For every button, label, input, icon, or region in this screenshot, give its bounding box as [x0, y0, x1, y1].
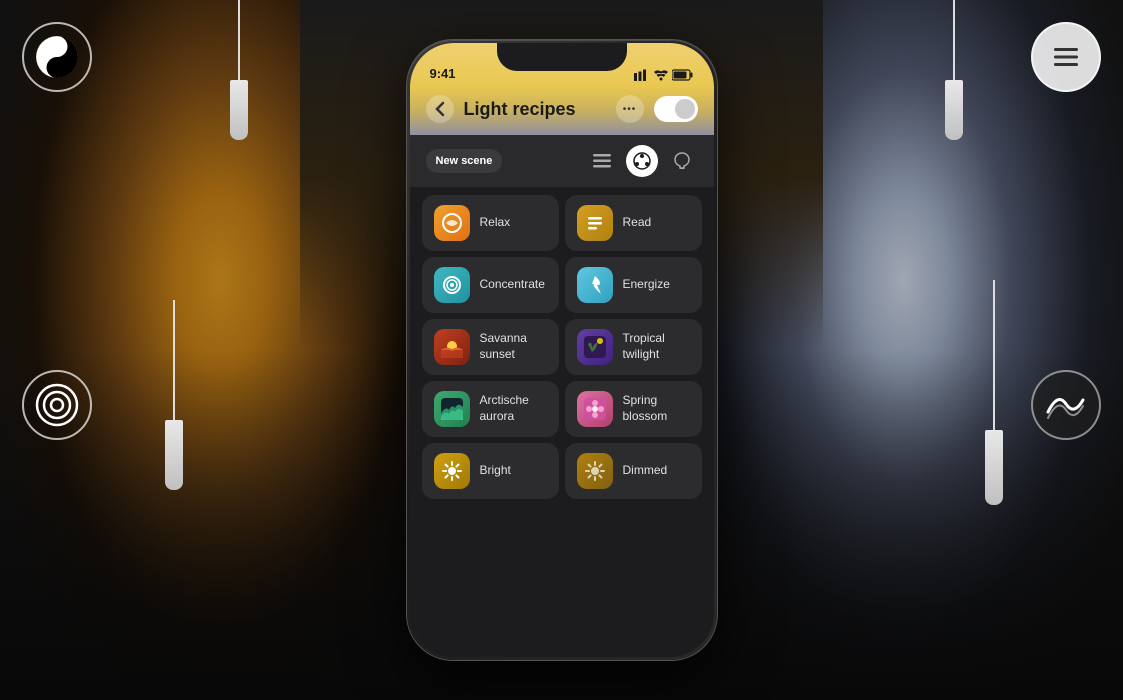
recipe-arctic-aurora[interactable]: Arctische aurora [422, 381, 559, 437]
recipe-concentrate[interactable]: Concentrate [422, 257, 559, 313]
read-label: Read [623, 215, 652, 231]
spring-label: Spring blossom [623, 393, 690, 424]
savanna-icon [434, 329, 470, 365]
lamp-cord [173, 300, 175, 420]
page-title: Light recipes [464, 99, 606, 120]
bright-label: Bright [480, 463, 511, 479]
lamp-body [945, 80, 963, 140]
dimmed-label: Dimmed [623, 463, 668, 479]
relax-label: Relax [480, 215, 511, 231]
lamp-top-left [230, 0, 248, 140]
status-icons [634, 69, 694, 81]
lamp-body [165, 420, 183, 490]
status-time: 9:41 [430, 66, 456, 81]
recipe-dimmed[interactable]: Dimmed [565, 443, 702, 499]
lamp-cord [953, 0, 955, 80]
read-icon [577, 205, 613, 241]
lamp-cord [993, 280, 995, 430]
target-icon [22, 370, 92, 440]
lamp-body [985, 430, 1003, 505]
new-scene-button[interactable]: New scene [426, 149, 503, 173]
tropical-icon [577, 329, 613, 365]
bright-icon [434, 453, 470, 489]
back-button[interactable] [426, 95, 454, 123]
recipe-relax[interactable]: Relax [422, 195, 559, 251]
concentrate-icon [434, 267, 470, 303]
energize-label: Energize [623, 277, 670, 293]
lamp-body [230, 80, 248, 140]
bulb-view-button[interactable] [666, 145, 698, 177]
recipe-bright[interactable]: Bright [422, 443, 559, 499]
concentrate-label: Concentrate [480, 277, 545, 293]
recipe-energize[interactable]: Energize [565, 257, 702, 313]
recipes-grid: Relax Read [410, 187, 714, 507]
arctic-icon [434, 391, 470, 427]
lamp-cord [238, 0, 240, 80]
menu-icon[interactable] [1031, 22, 1101, 92]
scene-label: scene [461, 155, 492, 167]
phone-mockup: 9:41 [407, 40, 717, 660]
app-header: Light recipes ••• [410, 87, 714, 135]
dimmed-icon [577, 453, 613, 489]
more-button[interactable]: ••• [616, 95, 644, 123]
recipe-read[interactable]: Read [565, 195, 702, 251]
phone-screen: 9:41 [410, 43, 714, 657]
new-label: New [436, 155, 459, 167]
energize-icon [577, 267, 613, 303]
toolbar: New scene [410, 135, 714, 187]
list-view-button[interactable] [586, 145, 618, 177]
notch [497, 43, 627, 71]
lamp-mid-right [985, 280, 1003, 505]
tropical-label: Tropical twilight [623, 331, 690, 362]
spring-icon [577, 391, 613, 427]
arctic-label: Arctische aurora [480, 393, 547, 424]
toggle-switch[interactable] [654, 96, 698, 122]
yin-yang-icon [22, 22, 92, 92]
savanna-label: Savanna sunset [480, 331, 547, 362]
palette-view-button[interactable] [626, 145, 658, 177]
recipe-spring-blossom[interactable]: Spring blossom [565, 381, 702, 437]
status-bar: 9:41 [410, 43, 714, 87]
recipe-savanna-sunset[interactable]: Savanna sunset [422, 319, 559, 375]
lamp-top-right [945, 0, 963, 140]
recipe-tropical-twilight[interactable]: Tropical twilight [565, 319, 702, 375]
relax-icon [434, 205, 470, 241]
lamp-mid-left [165, 300, 183, 490]
wave-icon [1031, 370, 1101, 440]
phone-frame: 9:41 [407, 40, 717, 660]
